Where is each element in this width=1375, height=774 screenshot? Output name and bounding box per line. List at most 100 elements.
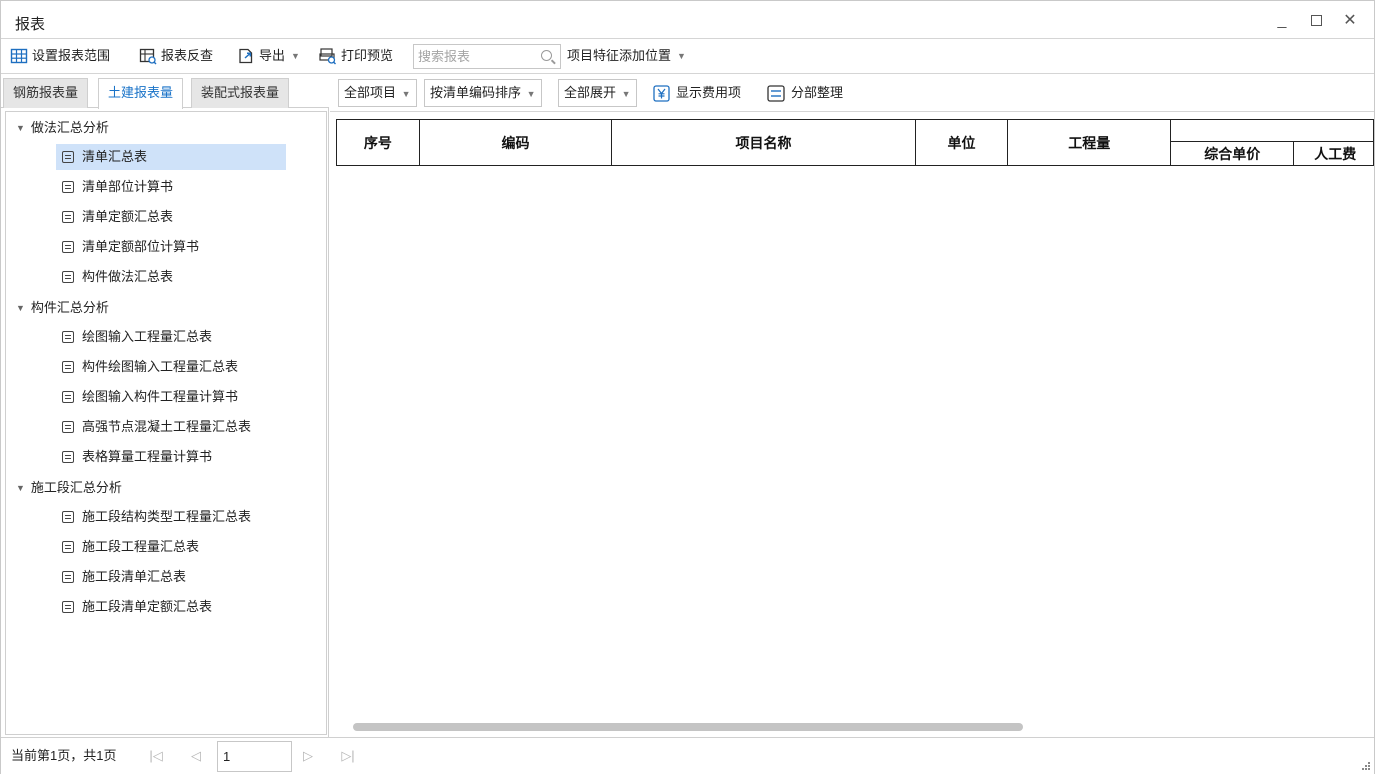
tree-item[interactable]: 构件做法汇总表 — [56, 264, 177, 290]
document-icon — [62, 361, 74, 373]
report-search-box — [413, 44, 561, 69]
title-bar: 报表 _ ✕ — [1, 1, 1374, 37]
tree-group-label: 施工段汇总分析 — [30, 480, 122, 495]
tree-item[interactable]: 绘图输入构件工程量计算书 — [56, 384, 242, 410]
status-bar: 当前第1页，共1页 |◁ ◁ ▷ ▷| — [1, 737, 1374, 774]
chevron-down-icon: ▼ — [677, 51, 686, 61]
sectional-organize-button[interactable]: 分部整理 — [767, 79, 843, 107]
tree-item[interactable]: 高强节点混凝土工程量汇总表 — [56, 414, 255, 440]
page-number-input[interactable] — [217, 741, 292, 772]
tree-item-label: 施工段工程量汇总表 — [82, 539, 200, 554]
tree-group-section-summary[interactable]: ▼ 施工段汇总分析 — [16, 476, 122, 500]
tree-group-label: 做法汇总分析 — [30, 120, 109, 135]
report-list-pane: 钢筋报表量 土建报表量 装配式报表量 ▼ 做法汇总分析 清单汇总表 清单部位计算… — [1, 75, 329, 737]
horizontal-scrollbar[interactable] — [353, 723, 1023, 731]
header-labor: 人工费 — [1293, 141, 1374, 166]
tree-group-method-summary[interactable]: ▼ 做法汇总分析 — [16, 116, 109, 140]
all-items-dropdown[interactable]: 全部项目 ▼ — [338, 79, 417, 107]
report-table: 序号 编码 项目名称 单位 工程量 综合单价 人工费 — [336, 119, 1374, 166]
expand-triangle-icon[interactable]: ▼ — [16, 476, 25, 500]
print-preview-icon — [319, 48, 336, 65]
tree-group-component-summary[interactable]: ▼ 构件汇总分析 — [16, 296, 109, 320]
page-info: 当前第1页，共1页 — [11, 748, 117, 763]
prev-page-button[interactable]: ◁ — [187, 746, 205, 766]
expand-triangle-icon[interactable]: ▼ — [16, 116, 25, 140]
document-icon — [62, 181, 74, 193]
document-icon — [62, 511, 74, 523]
tree-item[interactable]: 清单部位计算书 — [56, 174, 177, 200]
set-range-label: 设置报表范围 — [32, 48, 111, 63]
tab-civil-report[interactable]: 土建报表量 — [98, 78, 184, 109]
show-fee-items-label: 显示费用项 — [676, 85, 742, 100]
print-preview-label: 打印预览 — [341, 48, 394, 63]
document-icon — [62, 421, 74, 433]
header-code: 编码 — [418, 119, 613, 166]
close-icon: ✕ — [1343, 12, 1357, 29]
set-range-button[interactable]: 设置报表范围 — [10, 39, 110, 73]
tree-item-label: 施工段清单汇总表 — [82, 569, 187, 584]
document-icon — [62, 451, 74, 463]
feature-position-dropdown[interactable]: 项目特征添加位置 ▼ — [567, 39, 686, 73]
search-input[interactable] — [414, 45, 532, 68]
prev-page-icon: ◁ — [191, 748, 201, 763]
header-price-group — [1170, 119, 1374, 142]
document-icon — [62, 571, 74, 583]
tab-rebar-report[interactable]: 钢筋报表量 — [3, 78, 89, 108]
tree-item[interactable]: 清单定额汇总表 — [56, 204, 177, 230]
report-tabs: 钢筋报表量 土建报表量 装配式报表量 — [1, 75, 329, 109]
search-icon[interactable] — [541, 50, 552, 61]
show-fee-items-button[interactable]: 显示费用项 — [653, 79, 741, 107]
tree-item[interactable]: 构件绘图输入工程量汇总表 — [56, 354, 242, 380]
close-button[interactable]: ✕ — [1339, 11, 1361, 31]
header-seq: 序号 — [336, 119, 420, 166]
next-page-icon: ▷ — [303, 748, 313, 763]
header-quantity: 工程量 — [1007, 119, 1172, 166]
last-page-button[interactable]: ▷| — [339, 746, 357, 766]
document-icon — [62, 151, 74, 163]
document-icon — [62, 601, 74, 613]
tab-prefab-report[interactable]: 装配式报表量 — [191, 78, 290, 108]
resize-grip-icon[interactable] — [1362, 762, 1370, 770]
maximize-button[interactable] — [1305, 11, 1327, 31]
yuan-icon — [653, 84, 670, 102]
expand-all-dropdown[interactable]: 全部展开 ▼ — [558, 79, 637, 107]
expand-triangle-icon[interactable]: ▼ — [16, 296, 25, 320]
tree-item[interactable]: 施工段结构类型工程量汇总表 — [56, 504, 255, 530]
tree-item-label: 清单定额部位计算书 — [82, 239, 200, 254]
document-icon — [62, 271, 74, 283]
tree-item[interactable]: 绘图输入工程量汇总表 — [56, 324, 216, 350]
tree-item[interactable]: 施工段工程量汇总表 — [56, 534, 203, 560]
table-search-icon — [139, 48, 157, 65]
document-icon — [62, 241, 74, 253]
document-icon — [62, 331, 74, 343]
tree-item-label: 绘图输入工程量汇总表 — [82, 329, 213, 344]
expand-all-label: 全部展开 — [564, 85, 617, 100]
report-window: 报表 _ ✕ 设置报表范围 报表反查 导出 ▼ 打印预览 搜索报表 项目特征添加… — [0, 0, 1375, 774]
tree-item[interactable]: 表格算量工程量计算书 — [56, 444, 216, 470]
organize-list-icon — [767, 84, 785, 102]
tree-group-label: 构件汇总分析 — [30, 300, 109, 315]
first-page-button[interactable]: |◁ — [147, 746, 165, 766]
sort-dropdown[interactable]: 按清单编码排序 ▼ — [424, 79, 542, 107]
main-toolbar: 设置报表范围 报表反查 导出 ▼ 打印预览 搜索报表 项目特征添加位置 ▼ — [1, 38, 1374, 74]
tree-item[interactable]: 施工段清单定额汇总表 — [56, 594, 216, 620]
minimize-button[interactable]: _ — [1271, 11, 1293, 31]
next-page-button[interactable]: ▷ — [299, 746, 317, 766]
last-page-icon: ▷| — [341, 748, 355, 763]
sort-label: 按清单编码排序 — [430, 85, 522, 100]
sectional-organize-label: 分部整理 — [791, 85, 844, 100]
tree-item[interactable]: 施工段清单汇总表 — [56, 564, 190, 590]
export-button[interactable]: 导出 ▼ — [237, 39, 300, 73]
chevron-down-icon: ▼ — [526, 89, 536, 99]
report-subtoolbar: 全部项目 ▼ 按清单编码排序 ▼ 全部展开 ▼ 显示费用项 分部整理 — [330, 75, 1374, 112]
tree-item-label: 清单汇总表 — [82, 149, 148, 164]
document-icon — [62, 541, 74, 553]
header-name: 项目名称 — [611, 119, 916, 166]
export-label: 导出 — [259, 48, 286, 63]
print-preview-button[interactable]: 打印预览 — [319, 39, 393, 73]
grid-range-icon — [10, 48, 28, 64]
tree-item-bill-summary[interactable]: 清单汇总表 — [56, 144, 286, 170]
tree-item[interactable]: 清单定额部位计算书 — [56, 234, 203, 260]
report-content-pane: 全部项目 ▼ 按清单编码排序 ▼ 全部展开 ▼ 显示费用项 分部整理 序号 编码… — [330, 75, 1374, 737]
reverse-check-button[interactable]: 报表反查 — [139, 39, 213, 73]
